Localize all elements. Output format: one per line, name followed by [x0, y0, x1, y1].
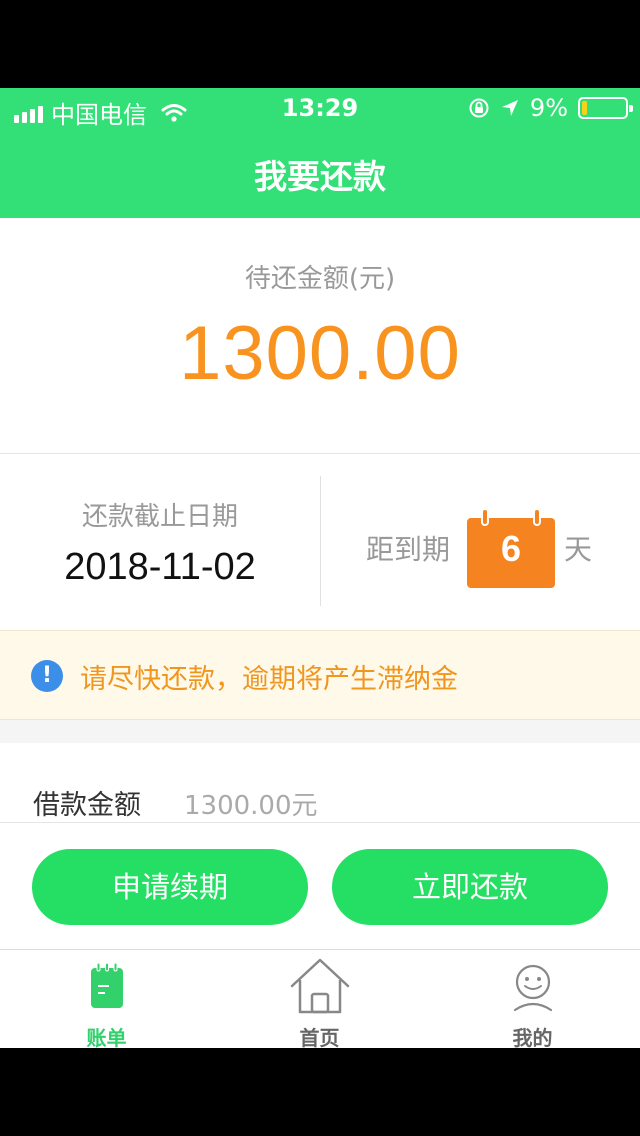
status-right: 9% [468, 94, 633, 122]
battery-percent: 9% [529, 94, 568, 122]
days-remaining: 6 [500, 528, 522, 569]
tab-bar: 账单 首页 我的 [0, 949, 640, 1048]
status-bar: 中国电信 13:29 9% [0, 88, 640, 129]
home-icon [290, 958, 349, 1014]
screen: 中国电信 13:29 9% 我要还款 待还金额(元) 1300.00 还款截止日… [0, 88, 640, 1048]
tab-label: 首页 [299, 1026, 340, 1048]
countdown-suffix: 天 [564, 533, 593, 566]
info-icon: ! [31, 660, 63, 692]
notice-text: 请尽快还款，逾期将产生滞纳金 [80, 664, 458, 695]
overdue-notice: ! 请尽快还款，逾期将产生滞纳金 [0, 630, 640, 720]
tab-bill[interactable]: 账单 [0, 950, 213, 1048]
amount-value: 1300.00 [179, 311, 461, 396]
rotation-lock-icon [469, 98, 489, 118]
repay-now-button[interactable]: 立即还款 [332, 849, 608, 925]
countdown-prefix: 距到期 [366, 533, 451, 566]
location-arrow-icon [501, 100, 518, 116]
tab-me[interactable]: 我的 [426, 950, 639, 1048]
action-bar: 申请续期 立即还款 [0, 823, 640, 949]
tab-label: 账单 [86, 1026, 127, 1048]
loan-info-row: 借款金额 1300.00元 [0, 743, 640, 823]
tab-home[interactable]: 首页 [213, 950, 426, 1048]
calendar-icon: 6 [467, 508, 555, 588]
loan-amount-label: 借款金额 [33, 790, 141, 821]
header: 中国电信 13:29 9% 我要还款 [0, 88, 640, 218]
amount-card: 待还金额(元) 1300.00 [0, 218, 640, 454]
bill-icon [90, 962, 123, 1008]
calendar-ring [481, 508, 489, 526]
due-date-value: 2018-11-02 [64, 546, 256, 588]
due-date-label: 还款截止日期 [81, 502, 238, 532]
due-date-card: 还款截止日期 2018-11-02 距到期 6 天 [0, 454, 640, 630]
countdown: 距到期 6 天 [320, 506, 640, 588]
loan-amount-value: 1300.00元 [184, 791, 318, 821]
page-title: 我要还款 [254, 157, 386, 196]
user-icon [513, 964, 552, 1012]
tab-label: 我的 [512, 1026, 553, 1048]
battery-icon [578, 97, 633, 119]
amount-label: 待还金额(元) [244, 264, 396, 294]
apply-renewal-button[interactable]: 申请续期 [32, 849, 308, 925]
calendar-ring [533, 508, 541, 526]
